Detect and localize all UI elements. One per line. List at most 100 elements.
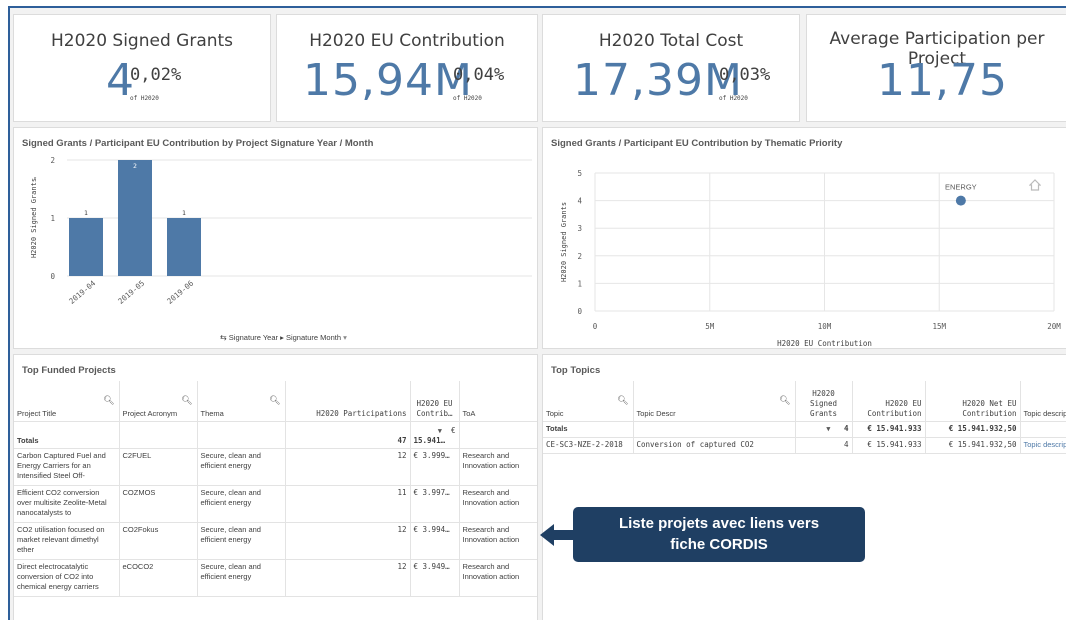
col-project-acronym[interactable]: Project Acronym 🔍︎ bbox=[119, 381, 198, 422]
totals-contribution: ▼ €15.941… bbox=[410, 421, 460, 449]
bar[interactable] bbox=[118, 160, 152, 276]
col-label: H2020 Participations bbox=[316, 408, 407, 418]
x-tick-label: 2019-04 bbox=[67, 278, 97, 306]
sort-desc-icon[interactable]: ▼ bbox=[438, 427, 442, 435]
table-title: Top Funded Projects bbox=[22, 365, 116, 376]
totals-label: Totals bbox=[543, 421, 634, 438]
scatter-chart-panel[interactable]: Signed Grants / Participant EU Contribut… bbox=[542, 127, 1066, 349]
project-title-link[interactable]: CO2 utilisation focused on market releva… bbox=[14, 522, 120, 560]
kpi-eu-contribution[interactable]: H2020 EU Contribution 15,94M 0,04% of H2… bbox=[276, 14, 538, 122]
totals-contribution-value: 15.941… bbox=[413, 435, 446, 445]
drilldown-icon: ⇆ bbox=[220, 333, 227, 342]
project-toa: Research and Innovation action bbox=[459, 485, 537, 523]
col-label: ToA bbox=[462, 408, 476, 418]
kpi-signed-grants[interactable]: H2020 Signed Grants 4 0,02% of H2020 bbox=[13, 14, 271, 122]
totals-participations: 47 bbox=[285, 421, 411, 449]
scatter-chart[interactable]: 0 1 2 3 4 5 0 5M 10M 15M 20M H2020 Signed Grants H20… bbox=[543, 128, 1066, 349]
project-participations: 12 bbox=[285, 448, 411, 486]
search-icon[interactable]: 🔍︎ bbox=[103, 395, 114, 405]
topic-contribution: € 15.941.933 bbox=[852, 437, 926, 454]
totals-cell bbox=[1020, 421, 1066, 438]
search-icon[interactable]: 🔍︎ bbox=[779, 395, 790, 405]
project-title-link[interactable]: Direct electrocatalytic conversion of CO… bbox=[14, 559, 120, 597]
x-tick-label: 5M bbox=[705, 322, 715, 331]
topic-descr: Conversion of captured CO2 bbox=[633, 437, 796, 454]
col-signed-grants[interactable]: H2020 Signed Grants bbox=[795, 381, 853, 422]
project-acronym: C2FUEL bbox=[119, 448, 198, 486]
bar-chart[interactable]: 012H2020 Signed Grants▾12019-0422019-051… bbox=[14, 128, 538, 349]
col-label: H2020 EU Contribution bbox=[867, 398, 922, 418]
bar-chart-panel[interactable]: Signed Grants / Participant EU Contribut… bbox=[13, 127, 538, 349]
kpi-value: 17,39M bbox=[573, 55, 743, 106]
col-project-title[interactable]: Project Title 🔍︎ bbox=[14, 381, 120, 422]
search-icon[interactable]: 🔍︎ bbox=[269, 395, 280, 405]
project-thema: Secure, clean and efficient energy bbox=[197, 559, 286, 597]
sort-desc-icon[interactable]: ▼ bbox=[826, 425, 830, 433]
col-topic-descr[interactable]: Topic Descr 🔍︎ bbox=[633, 381, 796, 422]
table-row[interactable]: CO2 utilisation focused on market releva… bbox=[14, 522, 537, 560]
bar[interactable] bbox=[167, 218, 201, 276]
bar[interactable] bbox=[69, 218, 103, 276]
project-title-link[interactable]: Carbon Captured Fuel and Energy Carriers… bbox=[14, 448, 120, 486]
col-label: Topic bbox=[546, 408, 564, 418]
totals-row: Totals ▼ 4 € 15.941.933 € 15.941.932,50 bbox=[543, 421, 1066, 438]
kpi-percent: 0,04% bbox=[453, 65, 505, 85]
project-title-link[interactable]: Efficient CO2 conversion over multisite … bbox=[14, 485, 120, 523]
drill-level-month[interactable]: Signature Month bbox=[286, 333, 341, 342]
kpi-value: 15,94M bbox=[303, 55, 473, 106]
drilldown-path[interactable]: ⇆ Signature Year ▸ Signature Month ▾ bbox=[220, 333, 347, 342]
topic-description-link[interactable]: Topic descrip bbox=[1020, 437, 1066, 454]
data-label: 1 bbox=[182, 209, 186, 217]
kpi-value: 11,75 bbox=[877, 55, 1008, 106]
totals-label: Totals bbox=[14, 421, 120, 449]
kpi-total-cost[interactable]: H2020 Total Cost 17,39M 0,03% of H2020 bbox=[542, 14, 800, 122]
project-participations: 12 bbox=[285, 522, 411, 560]
y-tick-label: 1 bbox=[577, 279, 582, 288]
table-row[interactable]: Carbon Captured Fuel and Energy Carriers… bbox=[14, 448, 537, 486]
chevron-down-icon[interactable]: ▾ bbox=[343, 333, 347, 342]
top-funded-projects-panel[interactable]: Top Funded Projects Project Title 🔍︎ Proj… bbox=[13, 354, 538, 620]
col-label: Project Title bbox=[17, 408, 57, 418]
scatter-point[interactable] bbox=[955, 195, 966, 206]
sort-arrow-icon: ▾ bbox=[33, 175, 37, 182]
topics-table[interactable]: Topic 🔍︎ Topic Descr 🔍︎ H2020 Signed Grant… bbox=[543, 381, 1066, 454]
x-tick-label: 2019-05 bbox=[116, 279, 146, 306]
top-topics-panel[interactable]: Top Topics Topic 🔍︎ Topic Descr 🔍︎ H2020 S… bbox=[542, 354, 1066, 620]
projects-table[interactable]: Project Title 🔍︎ Project Acronym 🔍︎ Thema 🔍… bbox=[14, 381, 537, 597]
col-topic-description[interactable]: Topic description bbox=[1020, 381, 1066, 422]
col-participations[interactable]: H2020 Participations bbox=[285, 381, 411, 422]
col-label: Topic Descr bbox=[636, 408, 676, 418]
home-icon[interactable] bbox=[1028, 176, 1042, 195]
table-row[interactable]: Efficient CO2 conversion over multisite … bbox=[14, 485, 537, 523]
col-net-eu-contribution[interactable]: H2020 Net EU Contribution bbox=[925, 381, 1021, 422]
y-tick-label: 2 bbox=[50, 156, 55, 165]
totals-cell bbox=[459, 421, 537, 449]
search-icon[interactable]: 🔍︎ bbox=[181, 395, 192, 405]
totals-cell bbox=[119, 421, 198, 449]
table-row[interactable]: Direct electrocatalytic conversion of CO… bbox=[14, 559, 537, 597]
chevron-right-icon: ▸ bbox=[280, 333, 284, 342]
kpi-avg-participation[interactable]: Average Participation per Project 11,75 bbox=[806, 14, 1066, 122]
totals-cell bbox=[197, 421, 286, 449]
search-icon[interactable]: 🔍︎ bbox=[617, 395, 628, 405]
kpi-of-label: of H2020 bbox=[719, 95, 748, 102]
x-axis-label: H2020 EU Contribution bbox=[777, 339, 872, 348]
x-tick-label: 20M bbox=[1047, 322, 1061, 331]
y-tick-label: 0 bbox=[50, 272, 55, 281]
callout-line-1: Liste projets avec liens vers bbox=[618, 515, 820, 532]
kpi-title: H2020 EU Contribution bbox=[309, 31, 505, 51]
col-thema[interactable]: Thema 🔍︎ bbox=[197, 381, 286, 422]
topic-code: CE-SC3-NZE-2-2018 bbox=[543, 437, 634, 454]
kpi-title: H2020 Signed Grants bbox=[50, 31, 234, 51]
col-eu-contribution[interactable]: H2020 EU Contrib… bbox=[410, 381, 460, 422]
table-title: Top Topics bbox=[551, 365, 601, 376]
dashboard: H2020 Signed Grants 4 0,02% of H2020 H20… bbox=[8, 6, 1066, 620]
drill-level-year[interactable]: Signature Year bbox=[229, 333, 278, 342]
col-topic[interactable]: Topic 🔍︎ bbox=[543, 381, 634, 422]
table-row[interactable]: CE-SC3-NZE-2-2018 Conversion of captured… bbox=[543, 437, 1066, 454]
col-label: H2020 Signed Grants bbox=[809, 388, 838, 418]
project-contribution: € 3.994… bbox=[410, 522, 460, 560]
col-eu-contribution[interactable]: H2020 EU Contribution bbox=[852, 381, 926, 422]
col-toa[interactable]: ToA bbox=[459, 381, 537, 422]
project-participations: 12 bbox=[285, 559, 411, 597]
